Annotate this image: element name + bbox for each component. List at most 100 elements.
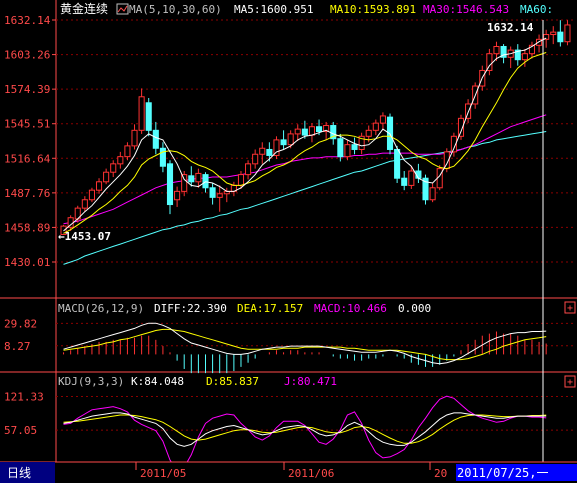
candle <box>280 130 287 150</box>
max-price-label: 1632.14 <box>487 21 534 34</box>
candle-body <box>202 174 209 189</box>
candle <box>95 178 103 194</box>
price-tick-label: 1632.14 <box>4 14 51 27</box>
candle <box>500 44 507 64</box>
candle <box>401 171 408 191</box>
kdj-d-line <box>63 414 547 444</box>
candle-body <box>287 133 294 146</box>
candle <box>415 163 422 183</box>
candle-body <box>95 181 103 191</box>
candle-body <box>209 187 216 198</box>
ma5-value: MA5:1600.951 <box>234 3 313 16</box>
price-tick-label: 1430.01 <box>4 256 50 269</box>
candle <box>88 187 95 203</box>
period-label: 日线 <box>7 466 31 480</box>
macd-bar-value: MACD:10.466 <box>314 302 387 315</box>
candle <box>379 112 386 131</box>
macd-dea-value: DEA:17.157 <box>237 302 303 315</box>
candle-body <box>252 153 259 165</box>
candle <box>507 46 514 69</box>
futures-chart[interactable]: 黄金连续 MA(5,10,30,60) MA5:1600.951 MA10:15… <box>0 0 577 483</box>
kdj-j-line <box>63 395 547 472</box>
price-axis: 1632.14 1603.26 1574.39 1545.51 1516.64 1487.… <box>4 14 56 269</box>
candle-body <box>188 175 195 183</box>
candle <box>124 142 131 161</box>
candle-body <box>124 145 131 158</box>
date-tick-label: 2011/05 <box>140 467 186 480</box>
kdj-d-value: D:85.837 <box>206 375 259 388</box>
kdj-axis: 121.33 57.05 <box>4 391 573 437</box>
candle <box>81 196 88 212</box>
candle <box>273 136 280 160</box>
candle-body <box>344 144 351 158</box>
candle <box>557 20 564 47</box>
candle <box>145 97 152 137</box>
candle-body <box>301 128 308 136</box>
candle <box>528 41 536 59</box>
candlestick-series <box>60 20 571 235</box>
candle-body <box>557 31 564 43</box>
macd-tick-label: 29.82 <box>4 317 37 330</box>
candle-body <box>351 144 358 150</box>
candle-body <box>174 190 181 201</box>
price-tick-label: 1603.26 <box>4 49 50 62</box>
candle-body <box>81 199 88 209</box>
candle <box>131 124 138 150</box>
candle <box>230 181 237 197</box>
candle-body <box>88 189 95 201</box>
d-path <box>63 414 547 444</box>
kdj-panel-button[interactable]: + <box>564 375 576 388</box>
ma60-value: MA60: <box>520 3 553 16</box>
ma-header: MA(5,10,30,60) <box>129 3 222 16</box>
candle-body <box>266 148 273 156</box>
kdj-header: KDJ(9,3,3) <box>58 375 124 388</box>
price-tick-label: 1516.64 <box>4 152 51 165</box>
candle-body <box>365 129 372 137</box>
candle <box>514 44 521 66</box>
candle-body <box>521 53 528 61</box>
candle <box>216 185 223 212</box>
candle-body <box>308 126 315 136</box>
candle-body <box>245 163 252 176</box>
date-tick-label: 20 <box>434 467 447 480</box>
candle-body <box>138 96 145 131</box>
candle <box>429 182 436 203</box>
macd-panel-button[interactable]: + <box>564 301 576 314</box>
kdj-k-line <box>63 412 547 447</box>
kdj-j-value: J:80.471 <box>284 375 337 388</box>
svg-text:+: + <box>567 303 573 314</box>
candle-body <box>493 46 500 55</box>
macd-dea-line <box>63 328 547 361</box>
macd-tick-label: 8.27 <box>4 340 31 353</box>
candle-body <box>564 24 571 43</box>
candle <box>308 123 315 143</box>
candle <box>252 149 259 169</box>
dea-path <box>63 328 547 361</box>
price-tick-label: 1487.76 <box>4 187 50 200</box>
macd-axis: 29.82 8.27 <box>4 317 573 353</box>
candle-body <box>408 170 415 186</box>
candle-body <box>379 115 386 124</box>
candle-body <box>216 193 223 198</box>
candle-body <box>259 147 266 155</box>
candle <box>422 174 429 205</box>
candle-body <box>103 171 110 183</box>
candle <box>174 186 181 207</box>
candle-body <box>117 156 124 165</box>
min-price-label: ←1453.07 <box>58 230 111 243</box>
candle-body <box>237 174 245 186</box>
candle-body <box>337 138 344 158</box>
candle <box>117 151 124 169</box>
price-tick-label: 1545.51 <box>4 118 50 131</box>
candle-body <box>316 126 323 133</box>
macd-extra-value: 0.000 <box>398 302 431 315</box>
candle <box>245 160 252 180</box>
candle-body <box>394 148 401 179</box>
candle <box>138 88 145 134</box>
candle <box>209 182 216 205</box>
date-tick-label: 2011/06 <box>288 467 334 480</box>
cursor-date-label: 2011/07/25,一 <box>457 466 548 480</box>
candle-body <box>294 128 301 135</box>
macd-histogram <box>63 331 547 374</box>
candle <box>110 160 117 178</box>
